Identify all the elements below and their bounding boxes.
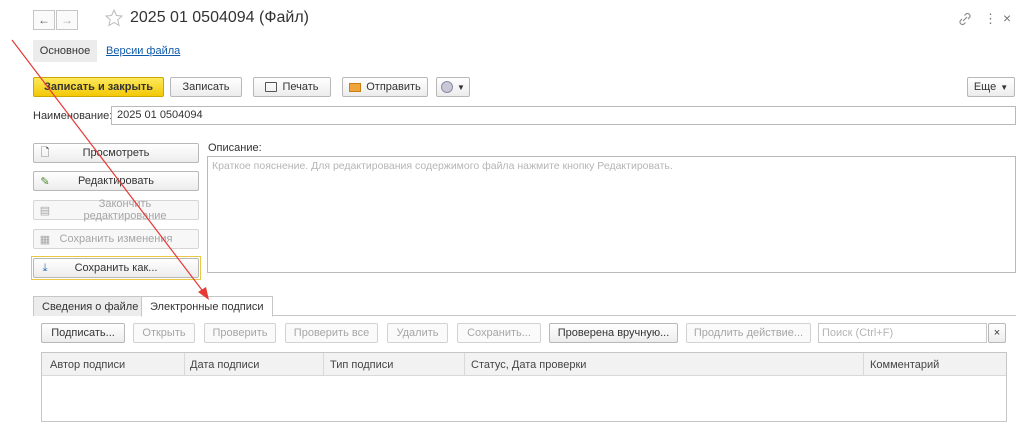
- finish-editing-label: Закончить редактирование: [83, 198, 167, 222]
- stamp-icon: ▤: [39, 204, 51, 217]
- chevron-down-icon: ▼: [457, 82, 465, 92]
- column-comment[interactable]: Комментарий: [870, 354, 939, 376]
- send-label: Отправить: [366, 81, 421, 93]
- save-and-close-button[interactable]: Записать и закрыть: [33, 77, 164, 97]
- save-signature-button[interactable]: Сохранить...: [457, 323, 541, 343]
- save-changes-button[interactable]: ▦ Сохранить изменения: [33, 229, 199, 249]
- delete-button[interactable]: Удалить: [387, 323, 448, 343]
- save-as-button[interactable]: ⤓ Сохранить как...: [33, 258, 199, 278]
- forward-button[interactable]: →: [56, 10, 78, 30]
- more-icon[interactable]: ⋮: [984, 11, 997, 27]
- description-textarea[interactable]: Краткое пояснение. Для редактирования со…: [207, 156, 1016, 273]
- column-author[interactable]: Автор подписи: [50, 354, 125, 376]
- download-icon: ⤓: [42, 261, 48, 274]
- extend-button[interactable]: Продлить действие...: [686, 323, 811, 343]
- tab-main[interactable]: Основное: [33, 40, 97, 62]
- pencil-icon: ✎: [40, 175, 50, 188]
- name-input[interactable]: 2025 01 0504094: [111, 106, 1016, 125]
- save-icon: ▦: [39, 233, 51, 246]
- tab-versions[interactable]: Версии файла: [106, 45, 180, 57]
- name-label: Наименование:: [33, 110, 113, 122]
- save-button[interactable]: Записать: [170, 77, 242, 97]
- tab-signatures[interactable]: Электронные подписи: [141, 296, 273, 317]
- column-date[interactable]: Дата подписи: [190, 354, 259, 376]
- send-button[interactable]: Отправить: [342, 77, 428, 97]
- column-divider: [863, 353, 864, 375]
- verify-all-button[interactable]: Проверить все: [285, 323, 378, 343]
- finish-editing-button[interactable]: ▤ Закончить редактирование: [33, 198, 199, 222]
- view-button[interactable]: 🗋 Просмотреть: [33, 143, 199, 163]
- column-divider: [464, 353, 465, 375]
- document-icon: 🗋: [40, 146, 50, 159]
- save-as-label: Сохранить как...: [74, 262, 158, 274]
- print-button[interactable]: Печать: [253, 77, 331, 97]
- arrow-left-icon: ←: [38, 13, 50, 27]
- column-divider: [184, 353, 185, 375]
- save-changes-label: Сохранить изменения: [59, 233, 173, 245]
- column-status[interactable]: Статус, Дата проверки: [471, 354, 586, 376]
- column-type[interactable]: Тип подписи: [330, 354, 393, 376]
- envelope-icon: [349, 82, 362, 92]
- arrow-right-icon: →: [61, 13, 73, 27]
- page-title: 2025 01 0504094 (Файл): [130, 9, 310, 26]
- circle-menu-button[interactable]: ▼: [436, 77, 470, 97]
- view-label: Просмотреть: [82, 147, 150, 159]
- edit-button[interactable]: ✎ Редактировать: [33, 171, 199, 191]
- chevron-down-icon: ▼: [1000, 82, 1009, 92]
- more-label: Еще: [973, 81, 997, 93]
- verify-button[interactable]: Проверить: [204, 323, 276, 343]
- more-button[interactable]: Еще ▼: [967, 77, 1015, 97]
- column-divider: [323, 353, 324, 375]
- tab-file-info[interactable]: Сведения о файле: [33, 296, 148, 316]
- circle-icon: [441, 81, 454, 93]
- description-label: Описание:: [208, 142, 262, 154]
- sign-button[interactable]: Подписать...: [41, 323, 125, 343]
- search-input[interactable]: Поиск (Ctrl+F): [818, 323, 987, 343]
- printer-icon: [265, 82, 278, 92]
- link-icon[interactable]: [957, 11, 973, 27]
- edit-label: Редактировать: [78, 175, 154, 187]
- search-clear-button[interactable]: ×: [988, 323, 1006, 343]
- verified-manually-button[interactable]: Проверена вручную...: [549, 323, 678, 343]
- star-icon[interactable]: [104, 8, 124, 30]
- close-icon[interactable]: ×: [1003, 10, 1011, 26]
- back-button[interactable]: ←: [33, 10, 55, 30]
- print-label: Печать: [282, 81, 319, 93]
- open-button[interactable]: Открыть: [133, 323, 195, 343]
